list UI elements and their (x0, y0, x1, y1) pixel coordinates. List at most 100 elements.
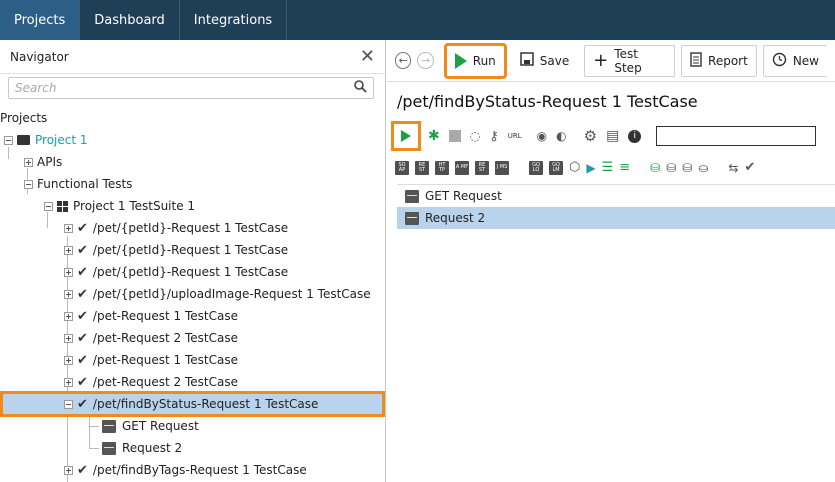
http-step-icon[interactable]: HT TP (435, 160, 449, 175)
soap-step-icon[interactable]: SO AP (395, 160, 409, 175)
tree-item-project[interactable]: Project 1 (4, 129, 88, 151)
rest-request-icon (102, 419, 116, 433)
assert-step-icon[interactable]: ≡ (619, 160, 630, 175)
tree-item-testsuite[interactable]: Project 1 TestSuite 1 (44, 195, 195, 217)
dataloop-icon[interactable]: ⛀ (698, 161, 708, 175)
tree-item-testcase[interactable]: ✔ /pet-Request 1 TestCase (64, 305, 238, 327)
tree-item-label: /pet-Request 1 TestCase (92, 309, 238, 323)
tree-item-testcase[interactable]: ✔ /pet/{petId}-Request 1 TestCase (64, 217, 288, 239)
stop-icon[interactable] (448, 130, 461, 142)
new-button[interactable]: New (762, 44, 827, 77)
tree-item-apis[interactable]: APIs (24, 151, 62, 173)
datasource-icon[interactable]: ⛁ (650, 161, 660, 175)
back-icon[interactable]: ← (395, 52, 412, 69)
expand-icon[interactable] (64, 245, 73, 255)
report-button[interactable]: Report (681, 44, 757, 77)
testcase-editor: ← → Run Save + Test Step Report New /pet… (387, 40, 835, 482)
run-testcase-button[interactable] (391, 121, 421, 151)
list-step-icon[interactable]: ☰ (602, 160, 614, 175)
page-title: /pet/findByStatus-Request 1 TestCase (397, 92, 698, 111)
forward-icon[interactable]: → (417, 52, 434, 69)
close-icon[interactable]: ✕ (360, 47, 375, 66)
transfer-icon[interactable]: ⇆ (728, 161, 738, 175)
tree-item-testcase[interactable]: ✔ /pet/{petId}-Request 1 TestCase (64, 239, 288, 261)
tree-item-request[interactable]: GET Request (102, 415, 199, 437)
run-button[interactable]: Run (443, 42, 507, 79)
loop-icon[interactable]: ◌ (470, 129, 480, 143)
check-icon: ✔ (77, 462, 88, 478)
rest-step-icon[interactable]: RE ST (415, 160, 429, 175)
new-label: New (792, 53, 819, 68)
search-placeholder: Search (15, 81, 57, 95)
expand-icon[interactable] (64, 465, 73, 475)
tree-item-testcase[interactable]: ✔ /pet/{petId}-Request 1 TestCase (64, 261, 288, 283)
url-label[interactable]: URL (508, 132, 522, 140)
list-item[interactable]: GET Request (397, 185, 835, 207)
expand-icon[interactable] (64, 355, 73, 365)
shield-icon[interactable]: ◐ (556, 129, 566, 143)
test-step-label: Test Step (614, 46, 642, 75)
save-icon (520, 52, 534, 69)
save-button[interactable]: Save (510, 44, 579, 77)
filter-input[interactable] (656, 126, 817, 146)
assertion-check-icon[interactable]: ✔ (744, 160, 755, 175)
search-input[interactable]: Search (8, 77, 374, 99)
tree-item-testcase[interactable]: ✔ /pet-Request 1 TestCase (64, 349, 238, 371)
tree-item-label: /pet-Request 2 TestCase (92, 331, 238, 345)
tree-item-label: APIs (37, 155, 63, 169)
report-label: Report (708, 53, 748, 68)
list-item-selected[interactable]: Request 2 (397, 207, 835, 229)
run-label: Run (472, 53, 496, 68)
collapse-icon[interactable] (44, 201, 53, 211)
check-icon: ✔ (77, 374, 88, 390)
test-step-button[interactable]: + Test Step (584, 44, 676, 77)
gear-icon[interactable]: ⚙ (584, 127, 597, 145)
tree-item-functional-tests[interactable]: Functional Tests (24, 173, 132, 195)
tree-item-testcase[interactable]: ✔ /pet/{petId}/uploadImage-Request 1 Tes… (64, 283, 371, 305)
collapse-icon[interactable] (4, 135, 13, 145)
collapse-icon[interactable] (64, 399, 73, 409)
tab-dashboard[interactable]: Dashboard (80, 0, 180, 40)
tree-item-testcase[interactable]: ✔ /pet-Request 2 TestCase (64, 371, 238, 393)
expand-icon[interactable] (24, 157, 33, 167)
search-icon[interactable] (354, 80, 367, 96)
amf-step-icon[interactable]: A MF (455, 160, 469, 175)
report-icon (690, 51, 702, 70)
tab-integrations[interactable]: Integrations (180, 0, 288, 40)
expand-icon[interactable] (64, 267, 73, 277)
datasink-icon[interactable]: ⛁ (682, 161, 692, 175)
tree-item[interactable]: Projects (0, 107, 47, 129)
rest-request-icon (102, 441, 116, 455)
database-icon[interactable]: ⛁ (666, 161, 676, 175)
check-icon: ✔ (77, 242, 88, 258)
graphql-mutation-step-icon[interactable]: GQ LM (549, 160, 563, 175)
tab-projects[interactable]: Projects (0, 0, 81, 40)
expand-icon[interactable] (64, 223, 73, 233)
tree-item-label: /pet/{petId}-Request 1 TestCase (92, 221, 289, 235)
expand-icon[interactable] (64, 311, 73, 321)
bug-icon[interactable]: ✱ (428, 128, 440, 144)
list-item-label: GET Request (425, 189, 502, 203)
key-icon[interactable]: ⚷ (489, 129, 499, 144)
tree-item-request[interactable]: Request 2 (102, 437, 182, 459)
jms-step-icon[interactable]: J MS (495, 160, 509, 175)
tree-item-testcase[interactable]: ✔ /pet/findByTags-Request 1 TestCase (64, 459, 307, 481)
tree-item-testcase[interactable]: ✔ /pet-Request 2 TestCase (64, 327, 238, 349)
collapse-icon[interactable] (24, 179, 33, 189)
rest-request-icon (405, 189, 419, 203)
run-step-icon[interactable]: ▶ (586, 161, 595, 175)
expand-icon[interactable] (64, 377, 73, 387)
info-icon[interactable]: i (628, 129, 642, 143)
tree-item-testcase-selected[interactable]: ✔ /pet/findByStatus-Request 1 TestCase (0, 391, 385, 417)
rest-request-icon (405, 211, 419, 225)
expand-icon[interactable] (64, 333, 73, 343)
check-icon: ✔ (77, 330, 88, 346)
graphql-icon[interactable]: ⬡ (569, 160, 580, 175)
gauge-icon[interactable]: ◉ (537, 129, 547, 143)
tree-item-label: /pet-Request 2 TestCase (92, 375, 238, 389)
rest-step-icon[interactable]: RE ST (475, 160, 489, 175)
expand-icon[interactable] (64, 289, 73, 299)
graphql-step-icon[interactable]: GQ LQ (529, 160, 543, 175)
tree-item-label: /pet/findByTags-Request 1 TestCase (92, 463, 307, 477)
document-icon[interactable]: ▤ (606, 128, 619, 144)
